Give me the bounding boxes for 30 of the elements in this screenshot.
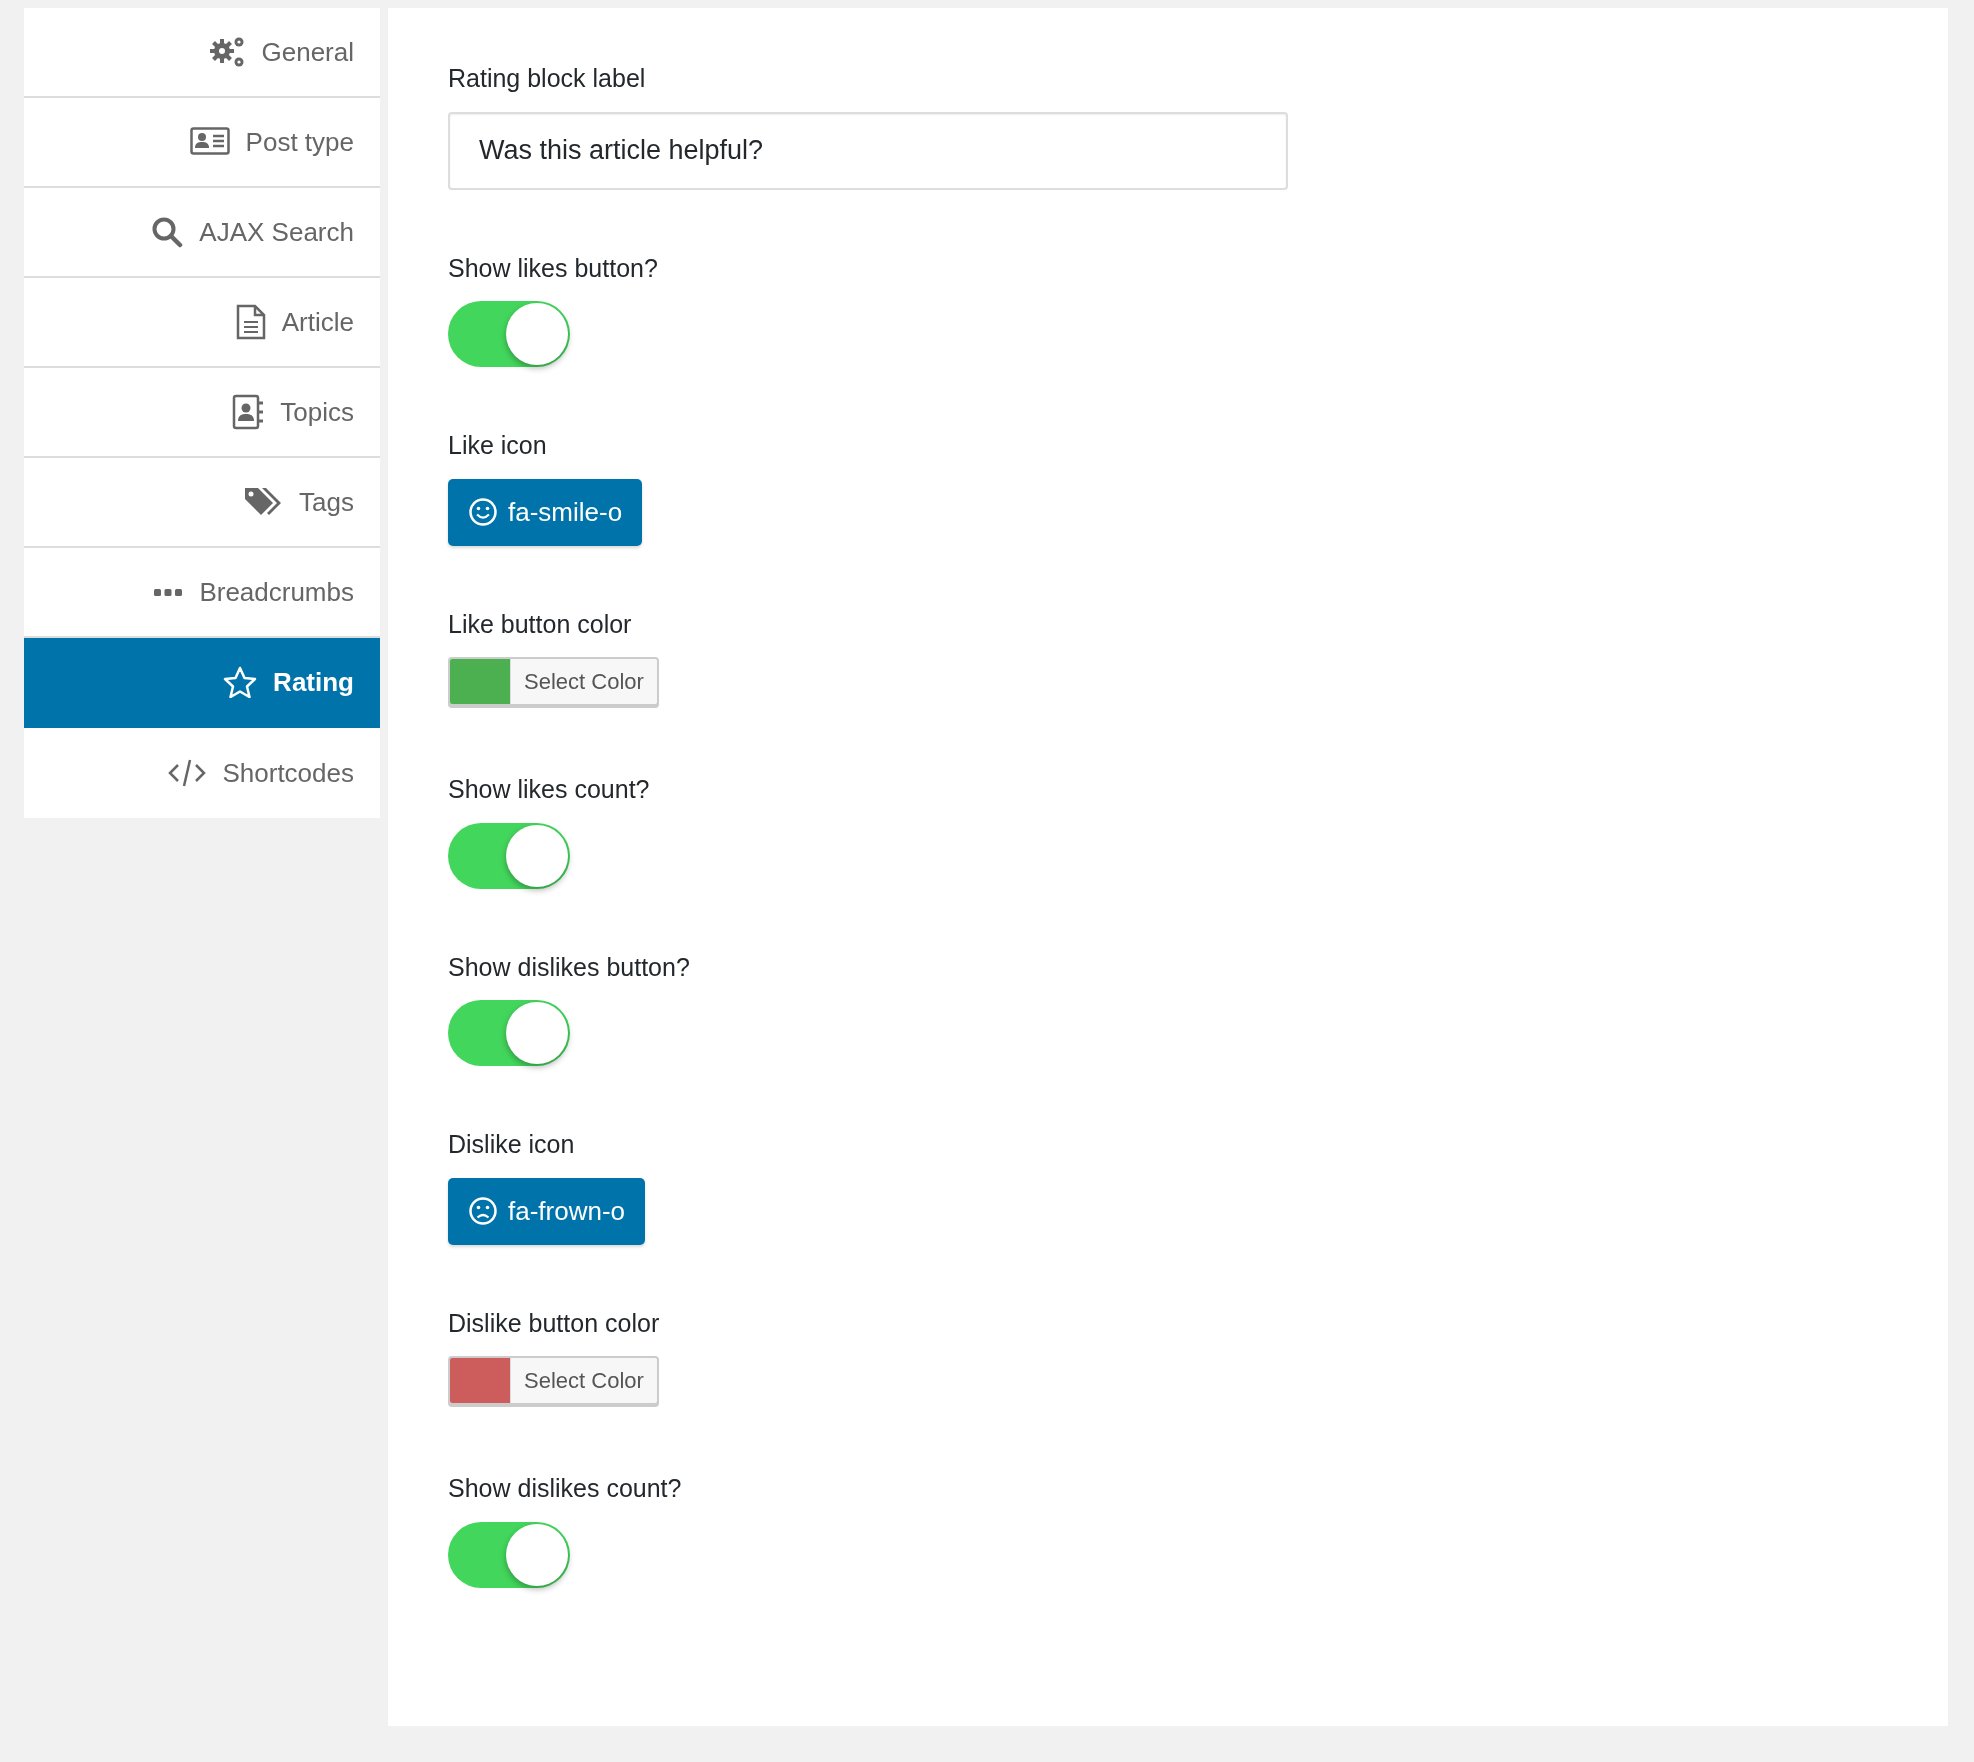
smiley-icon [468, 497, 498, 527]
toggle-switch[interactable] [448, 1521, 570, 1588]
star-icon [223, 666, 258, 698]
field-label: Rating block label [448, 63, 646, 94]
color-picker-button[interactable]: Select Color [448, 657, 659, 706]
field-label: Like icon [448, 430, 547, 461]
sidebar-item[interactable]: Rating [24, 638, 380, 728]
field-label: Like button color [448, 608, 632, 640]
code-icon [168, 758, 207, 788]
field-label: Show dislikes count? [448, 1473, 682, 1504]
field-label: Dislike button color [448, 1307, 660, 1339]
toggle-switch[interactable] [448, 822, 570, 889]
tags-icon [243, 486, 284, 518]
contact-book-icon [232, 394, 265, 430]
gears-icon [207, 35, 246, 69]
icon-picker-button[interactable]: fa-frown-o [448, 1177, 646, 1245]
id-card-icon [189, 127, 230, 157]
sad-face-icon [468, 1196, 498, 1226]
search-icon [151, 216, 184, 248]
document-icon [235, 304, 266, 340]
field-label: Show likes count? [448, 774, 650, 805]
toggle-switch[interactable] [448, 301, 570, 367]
field-label: Dislike icon [448, 1129, 575, 1160]
field-label: Show dislikes button? [448, 951, 690, 983]
toggle-switch[interactable] [448, 1000, 570, 1066]
field-label: Show likes button? [448, 252, 658, 284]
text-field[interactable]: Was this article helpful? [448, 111, 1288, 190]
ellipsis-icon [153, 587, 184, 597]
icon-picker-button[interactable]: fa-smile-o [448, 478, 643, 546]
color-picker-button[interactable]: Select Color [448, 1356, 659, 1405]
